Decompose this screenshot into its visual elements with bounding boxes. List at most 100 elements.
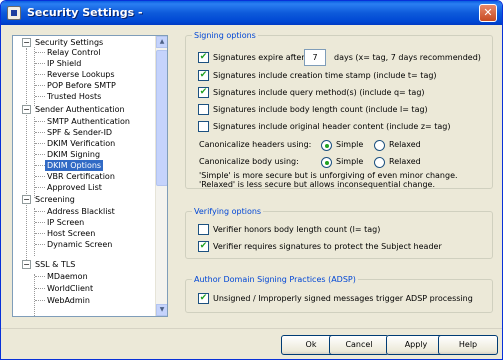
tree-connector — [35, 63, 45, 64]
timestamp-label: Signatures include creation time stamp (… — [213, 71, 437, 80]
verifying-options-group: Verifying options Verifier honors body l… — [185, 206, 493, 259]
verifier-subject-checkbox[interactable]: ✔ — [198, 241, 209, 252]
verifying-options-title: Verifying options — [192, 206, 264, 217]
canon-note-line2: 'Relaxed' is less secure but allows inco… — [199, 180, 435, 189]
tree-connector — [34, 47, 35, 106]
tree-connector — [35, 176, 45, 177]
body-length-label: Signatures include body length count (in… — [213, 105, 428, 114]
tree-item-reverse-lookups[interactable]: Reverse Lookups — [47, 69, 115, 80]
tree-item-smtp-authentication[interactable]: SMTP Authentication — [47, 116, 130, 127]
tree-connector — [35, 52, 45, 53]
settings-tree[interactable]: − Security Settings Relay Control IP Shi… — [12, 35, 168, 317]
tree-item-screening[interactable]: Screening — [35, 194, 75, 205]
expire-days-input[interactable]: 7 — [304, 49, 326, 66]
canon-body-relaxed-label: Relaxed — [389, 157, 421, 166]
original-header-label: Signatures include original header conte… — [213, 122, 451, 131]
tree-connector — [35, 244, 45, 245]
tree-connector — [34, 208, 35, 256]
canon-body-relaxed-radio[interactable] — [374, 157, 385, 168]
signing-options-group: Signing options ✔ Signatures expire afte… — [185, 30, 493, 189]
adsp-group: Author Domain Signing Practices (ADSP) ✔… — [185, 274, 493, 313]
verifier-subject-label: Verifier requires signatures to protect … — [213, 242, 442, 251]
canon-headers-label: Canonicalize headers using: — [199, 140, 312, 149]
tree-item-vbr-certification[interactable]: VBR Certification — [47, 171, 115, 182]
expire-checkbox[interactable]: ✔ — [198, 52, 209, 63]
tree-connector — [35, 300, 45, 301]
tree-connector — [35, 187, 45, 188]
tree-connector — [35, 85, 45, 86]
tree-connector — [35, 276, 45, 277]
tree-connector — [35, 132, 45, 133]
verifier-body-length-checkbox[interactable] — [198, 224, 209, 235]
tree-item-relay-control[interactable]: Relay Control — [47, 47, 100, 58]
cancel-button[interactable]: Cancel — [329, 335, 389, 355]
tree-item-sender-authentication[interactable]: Sender Authentication — [35, 104, 125, 115]
tree-item-ip-screen[interactable]: IP Screen — [47, 217, 84, 228]
tree-item-mdaemon[interactable]: MDaemon — [47, 271, 88, 282]
tree-scrollbar[interactable]: ▲ ▼ — [155, 36, 167, 316]
tree-item-dkim-verification[interactable]: DKIM Verification — [47, 138, 115, 149]
collapse-sender-auth-icon[interactable]: − — [22, 105, 31, 114]
canon-headers-simple-radio[interactable] — [321, 140, 332, 151]
tree-item-approved-list[interactable]: Approved List — [47, 182, 102, 193]
window-title: Security Settings - — [27, 6, 143, 19]
tree-connector — [26, 48, 27, 266]
scroll-up-button[interactable]: ▲ — [156, 36, 167, 48]
tree-connector — [35, 121, 45, 122]
security-settings-dialog: Security Settings - ✕ − Security Setting… — [0, 0, 503, 360]
body-length-checkbox[interactable] — [198, 104, 209, 115]
tree-item-webadmin[interactable]: WebAdmin — [47, 295, 90, 306]
tree-item-spf-sender-id[interactable]: SPF & Sender-ID — [47, 127, 112, 138]
query-method-checkbox[interactable]: ✔ — [198, 87, 209, 98]
app-icon — [7, 6, 21, 20]
expire-label: Signatures expire after — [213, 53, 305, 62]
tree-item-dkim-signing[interactable]: DKIM Signing — [47, 149, 100, 160]
tree-connector — [34, 117, 35, 198]
tree-content: − Security Settings Relay Control IP Shi… — [13, 36, 156, 316]
tree-connector — [34, 274, 35, 316]
tree-connector — [35, 96, 45, 97]
tree-item-dynamic-screen[interactable]: Dynamic Screen — [47, 239, 112, 250]
title-bar[interactable]: Security Settings - ✕ — [1, 1, 502, 25]
verifier-body-length-label: Verifier honors body length count (l= ta… — [213, 225, 381, 234]
tree-item-ssl-tls[interactable]: SSL & TLS — [35, 259, 75, 270]
tree-item-host-screen[interactable]: Host Screen — [47, 228, 95, 239]
tree-item-address-blacklist[interactable]: Address Blacklist — [47, 206, 115, 217]
tree-connector — [35, 143, 45, 144]
tree-connector — [35, 154, 45, 155]
footer-divider — [1, 328, 502, 329]
collapse-screening-icon[interactable]: − — [22, 195, 31, 204]
tree-item-trusted-hosts[interactable]: Trusted Hosts — [47, 91, 101, 102]
original-header-checkbox[interactable] — [198, 121, 209, 132]
tree-item-ip-shield[interactable]: IP Shield — [47, 58, 81, 69]
collapse-security-icon[interactable]: − — [22, 38, 31, 47]
canon-body-simple-radio[interactable] — [321, 157, 332, 168]
collapse-ssl-tls-icon[interactable]: − — [22, 260, 31, 269]
adsp-title: Author Domain Signing Practices (ADSP) — [192, 274, 358, 285]
timestamp-checkbox[interactable]: ✔ — [198, 70, 209, 81]
adsp-processing-label: Unsigned / Improperly signed messages tr… — [213, 294, 473, 303]
tree-connector — [35, 222, 45, 223]
canon-headers-relaxed-label: Relaxed — [389, 140, 421, 149]
tree-item-dkim-options[interactable]: DKIM Options — [45, 160, 104, 171]
tree-connector — [35, 165, 45, 166]
tree-connector — [35, 211, 45, 212]
tree-connector — [35, 288, 45, 289]
tree-connector — [35, 74, 45, 75]
adsp-processing-checkbox[interactable]: ✔ — [198, 293, 209, 304]
tree-connector — [35, 233, 45, 234]
help-button[interactable]: Help — [438, 335, 498, 355]
tree-item-worldclient[interactable]: WorldClient — [47, 283, 93, 294]
scroll-down-button[interactable]: ▼ — [156, 304, 167, 316]
canon-body-label: Canonicalize body using: — [199, 157, 299, 166]
canon-headers-relaxed-radio[interactable] — [374, 140, 385, 151]
query-method-label: Signatures include query method(s) (incl… — [213, 88, 425, 97]
tree-item-pop-before-smtp[interactable]: POP Before SMTP — [47, 80, 116, 91]
canon-headers-simple-label: Simple — [336, 140, 364, 149]
scroll-thumb[interactable] — [156, 50, 167, 186]
expire-hint: days (x= tag, 7 days recommended) — [334, 53, 481, 62]
apply-button[interactable]: Apply — [386, 335, 446, 355]
canon-body-simple-label: Simple — [336, 157, 364, 166]
signing-options-title: Signing options — [192, 30, 258, 41]
close-button[interactable]: ✕ — [479, 4, 497, 22]
